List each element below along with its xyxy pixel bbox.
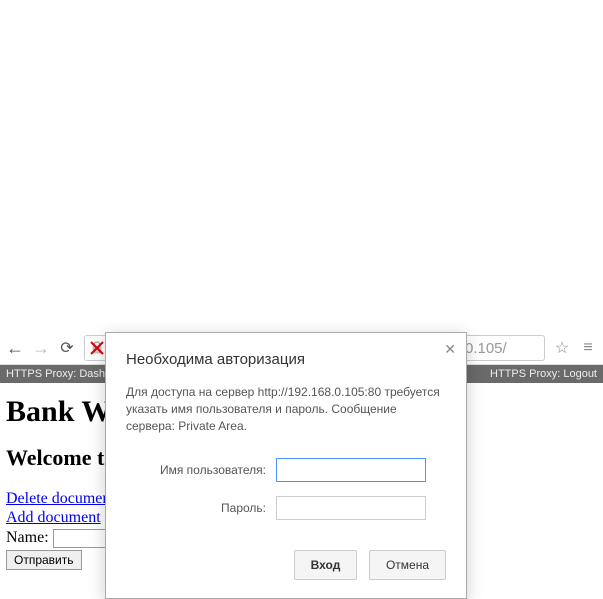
name-label: Name: xyxy=(6,530,49,547)
dialog-title: Необходима авторизация xyxy=(126,351,446,368)
login-button[interactable]: Вход xyxy=(294,550,358,580)
forward-icon[interactable]: → xyxy=(32,338,50,359)
password-input[interactable] xyxy=(276,496,426,520)
menu-icon[interactable]: ≡ xyxy=(579,339,597,357)
reload-icon[interactable]: ⟳ xyxy=(58,338,76,358)
cancel-button[interactable]: Отмена xyxy=(369,550,446,580)
username-input[interactable] xyxy=(276,458,426,482)
close-icon[interactable]: ✕ xyxy=(444,341,456,358)
ssl-error-icon xyxy=(89,340,105,356)
submit-button[interactable]: Отправить xyxy=(6,550,82,570)
dialog-message: Для доступа на сервер http://192.168.0.1… xyxy=(126,384,446,434)
auth-dialog: ✕ Необходима авторизация Для доступа на … xyxy=(105,332,467,599)
password-label: Пароль: xyxy=(126,501,276,515)
username-label: Имя пользователя: xyxy=(126,463,276,477)
delete-document-link[interactable]: Delete document xyxy=(6,490,115,507)
back-icon[interactable]: ← xyxy=(6,338,24,359)
proxy-logout-link[interactable]: HTTPS Proxy: Logout xyxy=(490,368,597,380)
add-document-link[interactable]: Add document xyxy=(6,509,101,526)
bookmark-icon[interactable]: ☆ xyxy=(553,338,571,358)
